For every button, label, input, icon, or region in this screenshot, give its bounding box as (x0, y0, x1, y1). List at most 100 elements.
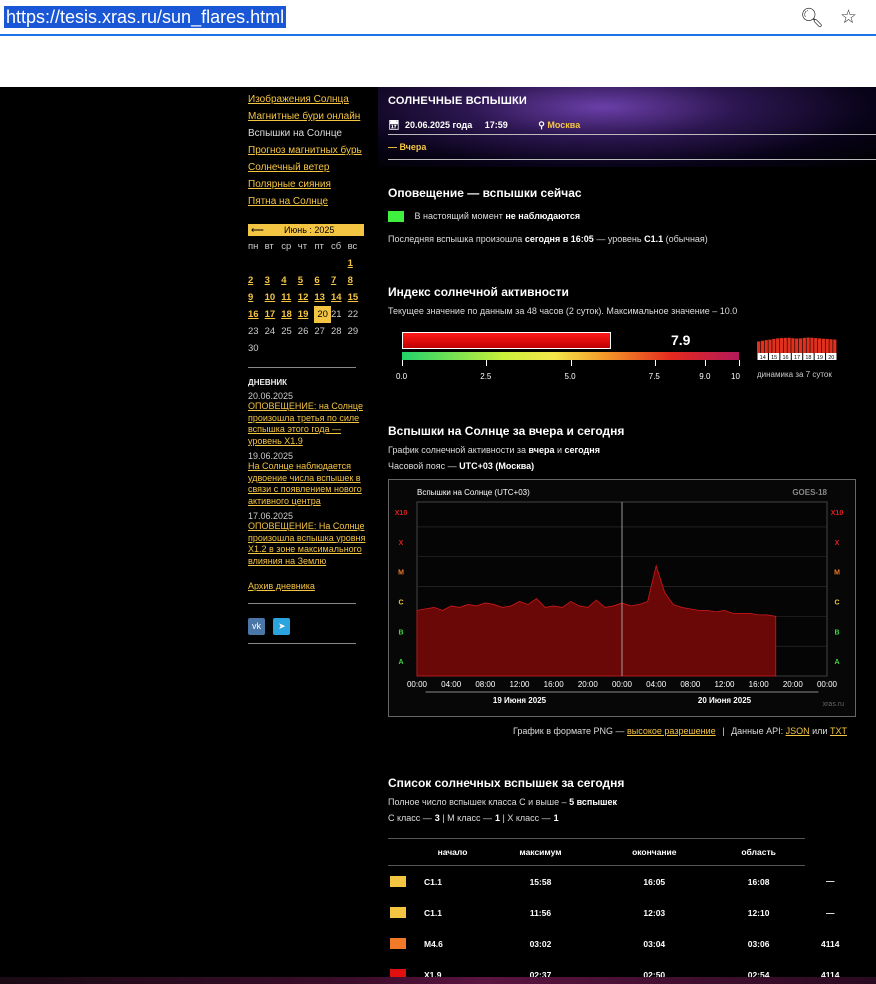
calendar-day-link[interactable]: 13 (314, 292, 325, 303)
diary-archive-link[interactable]: Архив дневника (248, 581, 368, 593)
hires-link[interactable]: высокое разрешение (627, 726, 716, 736)
class-swatch (390, 938, 406, 950)
yesterday-link[interactable]: — Вчера (388, 142, 426, 152)
class-label: X класс — (507, 813, 551, 823)
txt-link[interactable]: TXT (830, 726, 847, 736)
calendar-day[interactable]: 20 (314, 306, 331, 323)
calendar-day[interactable]: 10 (265, 289, 282, 306)
calendar-day[interactable]: 8 (348, 272, 365, 289)
calendar-day-link[interactable]: 4 (281, 275, 286, 286)
calendar-day[interactable]: 9 (248, 289, 265, 306)
calendar-day-link[interactable]: 17 (265, 309, 276, 320)
calendar-day[interactable]: 17 (265, 306, 282, 323)
sparkline-day: 15 (771, 355, 777, 360)
index-value: 7.9 (671, 332, 691, 348)
divider (248, 367, 356, 368)
calendar-day[interactable]: 22 (348, 306, 365, 323)
calendar-day[interactable]: 7 (331, 272, 348, 289)
class-swatch-cell (388, 897, 420, 928)
prev-month-arrow[interactable]: ⟵ (251, 224, 264, 236)
nav-item[interactable]: Прогноз магнитных бурь (248, 142, 368, 159)
flare-max: 03:04 (643, 938, 666, 949)
calendar-day-link[interactable]: 18 (281, 309, 292, 320)
calendar-day[interactable]: 30 (248, 340, 265, 357)
api-or: или (812, 726, 828, 736)
telegram-icon[interactable]: ➤ (273, 617, 291, 635)
calendar-day[interactable]: 23 (248, 323, 265, 340)
table-header: максимум (485, 838, 596, 866)
nav-item[interactable]: Полярные сияния (248, 176, 368, 193)
calendar-day-link[interactable]: 11 (281, 292, 291, 303)
calendar-day-link[interactable]: 5 (298, 275, 303, 286)
url-text[interactable]: https://tesis.xras.ru/sun_flares.html (4, 6, 287, 28)
flare-max: 12:03 (643, 907, 666, 918)
diary-entry-link[interactable]: ОПОВЕЩЕНИЕ: на Солнце произошла третья п… (248, 401, 368, 447)
nav-item[interactable]: Солнечный ветер (248, 159, 368, 176)
calendar-day-link[interactable]: 1 (348, 258, 353, 269)
y-level-label: B (398, 629, 403, 636)
calendar-day[interactable]: 25 (281, 323, 298, 340)
calendar-day-link[interactable]: 2 (248, 275, 253, 286)
class-swatch (390, 876, 406, 888)
nav-item[interactable]: Пятна на Солнце (248, 193, 368, 210)
calendar-day[interactable]: 28 (331, 323, 348, 340)
calendar-day-link[interactable]: 16 (248, 309, 259, 320)
weekday-label: сб (330, 241, 342, 252)
calendar-day[interactable]: 24 (265, 323, 282, 340)
scale-tick: 5.0 (564, 372, 576, 381)
calendar-day[interactable]: 29 (348, 323, 365, 340)
json-link[interactable]: JSON (786, 726, 810, 736)
sparkline-day: 16 (783, 355, 789, 360)
calendar-day[interactable]: 6 (314, 272, 331, 289)
calendar-day-link[interactable]: 12 (298, 292, 309, 303)
calendar-day-link[interactable]: 10 (265, 292, 276, 303)
nav-item[interactable]: Магнитные бури онлайн (248, 108, 368, 125)
y-level-label: M (398, 570, 404, 577)
calendar-day[interactable]: 27 (314, 323, 331, 340)
sparkline-bar (760, 340, 765, 353)
calendar-day[interactable]: 2 (248, 272, 265, 289)
calendar-day[interactable]: 3 (265, 272, 282, 289)
calendar-day[interactable]: 15 (348, 289, 365, 306)
calendar-day-link[interactable]: 3 (265, 275, 270, 286)
city[interactable]: Москва (547, 120, 580, 130)
calendar-day-link[interactable]: 15 (348, 292, 359, 303)
calendar-day-link[interactable]: 14 (331, 292, 342, 303)
calendar-day[interactable]: 16 (248, 306, 265, 323)
calendar-day[interactable]: 18 (281, 306, 298, 323)
class-label: C класс — (388, 813, 432, 823)
calendar-day[interactable]: 4 (281, 272, 298, 289)
calendar-day[interactable]: 1 (348, 255, 365, 272)
calendar-day[interactable]: 5 (298, 272, 315, 289)
diary-entry-link[interactable]: На Солнце наблюдается удвоение числа всп… (248, 461, 368, 507)
graph-links: График в формате PNG — высокое разрешени… (513, 726, 847, 736)
current-time: 17:59 (484, 120, 508, 130)
scale-tick-mark (705, 360, 707, 366)
x-tick-label: 04:00 (646, 680, 667, 689)
table-header: окончание (595, 838, 713, 866)
calendar-day-link[interactable]: 8 (348, 275, 353, 286)
calendar-day[interactable]: 11 (281, 289, 298, 306)
calendar-day-link[interactable]: 7 (331, 275, 336, 286)
vk-icon[interactable]: vk (248, 617, 265, 635)
star-icon[interactable]: ☆ (840, 6, 857, 29)
nav-item[interactable]: Изображения Солнца (248, 91, 368, 108)
sparkline-bar (806, 337, 810, 353)
zoom-icon[interactable]: 🔍︎ (800, 6, 824, 30)
calendar-day[interactable]: 14 (331, 289, 348, 306)
address-bar[interactable]: https://tesis.xras.ru/sun_flares.html 🔍︎… (0, 0, 876, 36)
flare-end: 03:06 (747, 938, 770, 949)
calendar-day-link[interactable]: 6 (314, 275, 319, 286)
weekday-label: пт (314, 241, 324, 252)
calendar-day[interactable]: 13 (314, 289, 331, 306)
calendar-day-link[interactable]: 9 (248, 292, 253, 303)
calendar-day[interactable]: 19 (298, 306, 315, 323)
calendar-day[interactable]: 12 (298, 289, 315, 306)
class-swatch-cell (388, 928, 420, 959)
calendar-day (248, 255, 265, 272)
calendar-day[interactable]: 21 (331, 306, 348, 323)
calendar-day-link[interactable]: 19 (298, 309, 309, 320)
calendar-day (331, 340, 348, 357)
diary-entry-link[interactable]: ОПОВЕЩЕНИЕ: На Солнце произошла вспышка … (248, 521, 368, 567)
calendar-day[interactable]: 26 (298, 323, 315, 340)
